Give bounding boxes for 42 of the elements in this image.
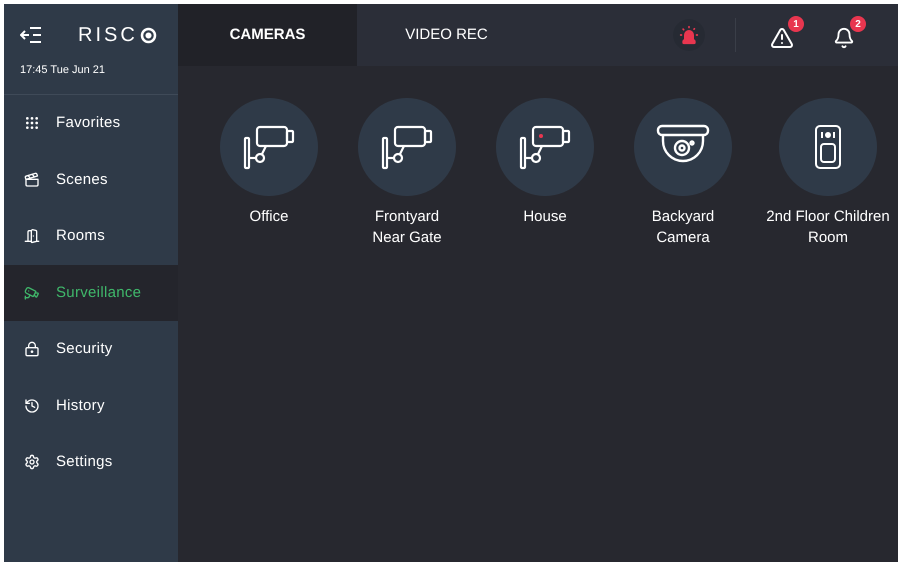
sidebar-item[interactable]: Surveillance xyxy=(4,264,178,321)
camera-tile[interactable]: Backyard Camera xyxy=(614,98,752,248)
settings-icon xyxy=(24,454,40,470)
camera-name: Office xyxy=(250,207,288,227)
camera-name: Frontyard Near Gate xyxy=(371,207,443,248)
camera-tile[interactable]: Frontyard Near Gate xyxy=(338,98,476,248)
logo-text: RISC xyxy=(78,23,138,48)
lock-icon xyxy=(24,341,40,358)
bell-icon xyxy=(833,27,855,49)
dot-grid-icon xyxy=(24,115,40,132)
clapperboard-icon xyxy=(24,172,40,188)
datetime-text: 17:45 Tue Jun 21 xyxy=(20,63,106,78)
sidebar-item[interactable]: History xyxy=(4,378,178,434)
camera-tile[interactable]: Office xyxy=(200,98,338,248)
door-icon xyxy=(24,228,40,244)
sidebar-item[interactable]: Scenes xyxy=(4,152,178,208)
motion-sensor-icon xyxy=(814,124,842,170)
camera-tile[interactable]: 2nd Floor Children Room xyxy=(758,98,898,248)
security-camera-icon xyxy=(519,124,571,170)
tab[interactable]: VIDEO REC xyxy=(357,4,536,66)
tab[interactable]: CAMERAS xyxy=(178,4,357,66)
sidebar-item[interactable]: Security xyxy=(4,321,178,378)
sidebar-item[interactable]: Favorites xyxy=(4,95,178,152)
siren-icon xyxy=(679,25,699,45)
camera-name: Backyard Camera xyxy=(650,207,716,248)
collapse-menu-icon[interactable] xyxy=(20,26,42,44)
security-camera-icon xyxy=(243,124,295,170)
security-camera-icon xyxy=(381,124,433,170)
logo-mark-icon xyxy=(140,26,157,44)
count-badge: 2 xyxy=(850,16,866,32)
cctv-icon xyxy=(24,284,40,301)
history-icon xyxy=(24,398,40,414)
camera-tile[interactable]: House xyxy=(476,98,614,248)
notifications-button[interactable]: 2 xyxy=(828,16,866,54)
warning-icon xyxy=(770,26,794,50)
sidebar-item[interactable]: Settings xyxy=(4,434,178,490)
camera-name: 2nd Floor Children Room xyxy=(765,207,891,248)
sidebar-item[interactable]: Rooms xyxy=(4,208,178,264)
camera-name: House xyxy=(523,207,567,227)
trouble-button[interactable]: 1 xyxy=(766,16,804,54)
siren-button[interactable] xyxy=(673,19,705,51)
count-badge: 1 xyxy=(788,16,804,32)
